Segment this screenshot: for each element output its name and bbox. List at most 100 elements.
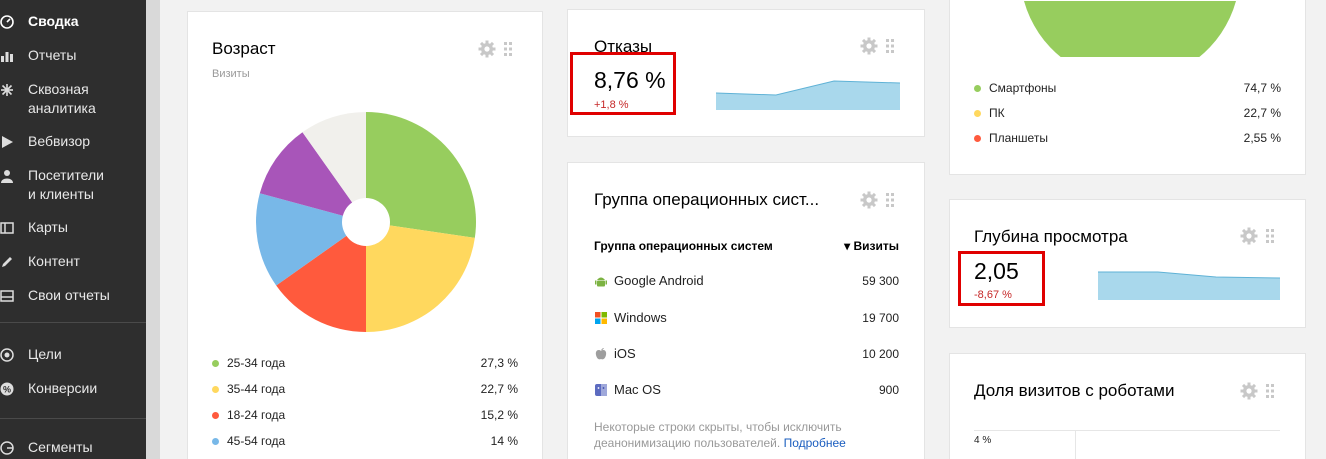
legend-dot: [974, 84, 981, 92]
sidebar-item-maps[interactable]: Карты: [0, 218, 146, 237]
sidebar-item-label: Конверсии: [28, 380, 98, 396]
legend-value: 74,7 %: [1243, 81, 1281, 95]
legend-dot: [974, 134, 981, 142]
table-row[interactable]: iOS: [594, 346, 636, 361]
legend-label: 35-44 года: [227, 382, 286, 396]
legend-item: Планшеты: [974, 131, 1048, 145]
sidebar-item-webvisor[interactable]: Вебвизор: [0, 132, 146, 151]
sidebar-item-label: Вебвизор: [28, 133, 91, 149]
sidebar-item-visitors[interactable]: Посетители и клиенты: [0, 166, 146, 204]
sidebar-item-label: Карты: [28, 219, 68, 235]
bounce-rate-widget: Отказы 8,76 % +1,8 %: [567, 9, 925, 137]
devices-widget: Смартфоны 74,7 % ПК 22,7 % Планшеты 2,55…: [949, 0, 1306, 175]
drag-handle-icon[interactable]: [886, 193, 894, 207]
gear-icon[interactable]: [1240, 382, 1258, 400]
widget-tools: [1240, 382, 1274, 400]
legend-label: 45-54 года: [227, 434, 286, 448]
sidebar-item-analytics[interactable]: Сквозная аналитика: [0, 80, 146, 118]
map-icon: [0, 220, 14, 236]
highlight-frame: [958, 251, 1045, 306]
legend-dot: [212, 385, 219, 393]
sparkline-chart: [716, 80, 900, 110]
sidebar-item-label: Свои отчеты: [28, 287, 110, 303]
column-header-os[interactable]: Группа операционных систем: [594, 239, 773, 253]
drag-handle-icon[interactable]: [504, 42, 512, 56]
hidden-rows-note: Некоторые строки скрыты, чтобы исключить…: [594, 419, 894, 451]
sidebar-item-label: Сегменты: [28, 439, 93, 455]
os-name: iOS: [614, 346, 636, 361]
legend-label: Планшеты: [989, 131, 1048, 145]
sidebar-item-reports[interactable]: Отчеты: [0, 46, 146, 65]
apple-icon: [595, 347, 607, 359]
sidebar-item-label: аналитика: [28, 100, 96, 116]
gear-icon[interactable]: [478, 40, 496, 58]
legend-label: ПК: [989, 106, 1005, 120]
sidebar: Сводка Отчеты Сквозная аналитика Вебвизо…: [0, 0, 146, 459]
pencil-icon: [0, 254, 14, 270]
widget-tools: [478, 40, 512, 58]
legend-item: 35-44 года: [212, 382, 285, 396]
table-row[interactable]: Google Android: [594, 273, 704, 288]
sidebar-item-label: Контент: [28, 253, 80, 269]
legend-value: 22,7 %: [1243, 106, 1281, 120]
tray-icon: [0, 288, 14, 304]
drag-handle-icon[interactable]: [886, 39, 894, 53]
axis-tick-label: 4 %: [974, 435, 992, 446]
sidebar-item-custom-reports[interactable]: Свои отчеты: [0, 286, 146, 305]
os-name: Mac OS: [614, 382, 661, 397]
svg-text:%: %: [3, 385, 11, 395]
age-pie-chart: [256, 112, 476, 332]
legend-label: Смартфоны: [989, 81, 1057, 95]
legend-label: 18-24 года: [227, 408, 286, 422]
legend-item: 45-54 года: [212, 434, 285, 448]
gauge-icon: [0, 14, 14, 30]
widget-tools: [860, 37, 894, 55]
os-group-widget: Группа операционных сист... Группа опера…: [567, 162, 925, 459]
legend-item: 18-24 года: [212, 408, 285, 422]
gear-icon[interactable]: [1240, 227, 1258, 245]
sidebar-item-conversions[interactable]: % Конверсии: [0, 379, 146, 398]
sidebar-item-summary[interactable]: Сводка: [0, 12, 146, 31]
sidebar-scrollbar[interactable]: [146, 0, 160, 459]
segments-icon: [0, 440, 14, 456]
play-icon: [0, 134, 14, 150]
sidebar-item-label-wrap: Посетители и клиенты: [28, 166, 104, 204]
android-icon: [595, 277, 607, 286]
robots-share-widget: Доля визитов с роботами 4 %: [949, 353, 1306, 459]
more-link[interactable]: Подробнее: [784, 436, 846, 450]
widget-title: Доля визитов с роботами: [974, 381, 1175, 400]
widget-tools: [1240, 227, 1274, 245]
os-visits: 59 300: [862, 274, 899, 288]
target-icon: [0, 347, 14, 363]
drag-handle-icon[interactable]: [1266, 229, 1274, 243]
legend-label: 25-34 года: [227, 356, 286, 370]
os-visits: 900: [878, 383, 899, 397]
sidebar-item-segments[interactable]: Сегменты: [0, 438, 146, 457]
sidebar-item-goals[interactable]: Цели: [0, 345, 146, 364]
widget-title: Возраст: [212, 39, 276, 58]
os-name: Google Android: [614, 273, 704, 288]
legend-dot: [212, 437, 219, 445]
percent-icon: %: [0, 381, 14, 397]
table-row[interactable]: Mac OS: [594, 382, 661, 397]
legend-item: 25-34 года: [212, 356, 285, 370]
sidebar-item-label: Сквозная: [28, 81, 89, 97]
highlight-frame: [570, 52, 676, 115]
gear-icon[interactable]: [860, 37, 878, 55]
sidebar-item-label-wrap: Сквозная аналитика: [28, 80, 96, 118]
legend-value: 2,55 %: [1243, 131, 1281, 145]
page-depth-widget: Глубина просмотра 2,05 -8,67 %: [949, 199, 1306, 328]
column-header-visits[interactable]: ▾ Визиты: [844, 239, 899, 253]
sidebar-item-label: Отчеты: [28, 47, 77, 63]
sidebar-item-content[interactable]: Контент: [0, 252, 146, 271]
table-row[interactable]: Windows: [594, 310, 667, 325]
os-visits: 10 200: [862, 347, 899, 361]
sidebar-item-label: и клиенты: [28, 186, 94, 202]
age-widget: Возраст Визиты 25-34 года 27,3 % 35-44 г…: [187, 11, 543, 459]
sidebar-item-label: Сводка: [28, 13, 79, 29]
widget-tools: [860, 191, 894, 209]
widget-title: Группа операционных сист...: [594, 190, 820, 209]
drag-handle-icon[interactable]: [1266, 384, 1274, 398]
bar-chart-icon: [0, 48, 14, 64]
gear-icon[interactable]: [860, 191, 878, 209]
